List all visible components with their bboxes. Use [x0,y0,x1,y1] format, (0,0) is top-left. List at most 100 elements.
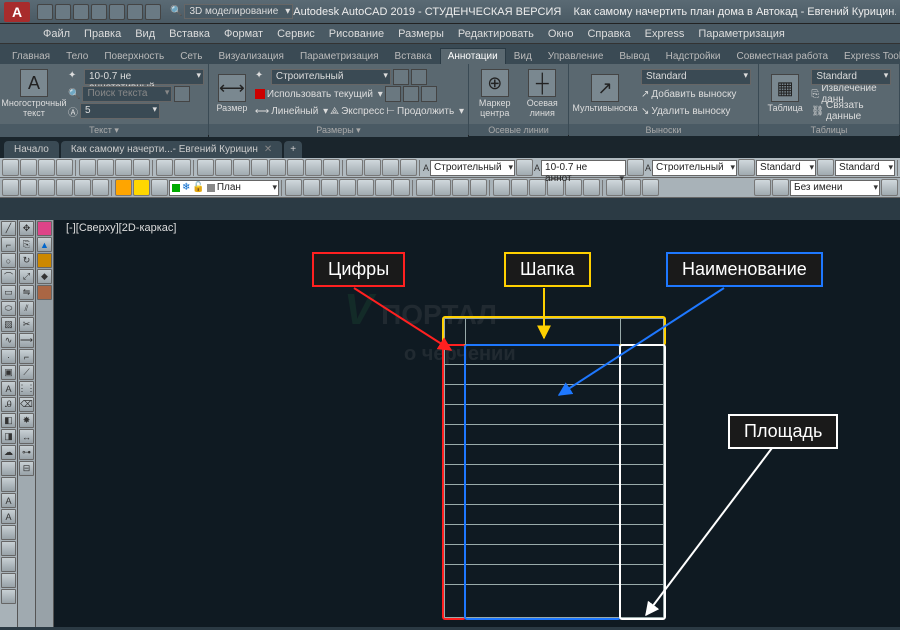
findtext-input[interactable]: Поиск текста [82,86,172,102]
textstyle-combo[interactable]: 10-0.7 не аннотативный [84,69,204,85]
centerline-button[interactable]: ┼ Осевая линия [521,66,565,122]
qat-save-icon[interactable] [73,4,89,20]
tb2-lock-icon[interactable] [151,179,168,196]
tb-copy-icon[interactable] [97,159,114,176]
menu-insert[interactable]: Вставка [162,28,217,40]
tb-cut-icon[interactable] [79,159,96,176]
panel-dim-title[interactable]: Размеры ▾ [209,124,468,137]
rotate-icon[interactable]: ↻ [19,253,34,268]
revcloud-icon[interactable]: ☁ [1,445,16,460]
tb2-b-icon[interactable] [20,179,37,196]
line-icon[interactable]: ╱ [1,221,16,236]
std1-combo[interactable]: Standard [756,160,816,176]
extract-icon[interactable]: ⎘ [811,89,819,100]
dimlinear-icon[interactable]: ⟷ [255,106,269,117]
point-icon[interactable]: · [1,349,16,364]
std2-combo[interactable]: Standard [835,160,895,176]
menu-window[interactable]: Окно [541,28,581,40]
tb2-h-icon[interactable] [303,179,320,196]
tb-match-icon[interactable] [133,159,150,176]
addleader-icon[interactable]: ↗ [641,89,649,100]
tb-orbit-icon[interactable] [233,159,250,176]
scale-icon[interactable]: ⤢ [19,269,34,284]
panel-text-title[interactable]: Текст ▾ [0,124,208,137]
qat-plot-icon[interactable] [109,4,125,20]
tab-solid[interactable]: Тело [58,48,96,64]
dimstyle-combo[interactable]: Строительный [271,69,391,85]
tb-c3-icon[interactable] [738,159,755,176]
mtext2-icon[interactable]: Ꭿ [1,397,16,412]
block-icon[interactable]: ▣ [1,365,16,380]
doctab-start[interactable]: Начало [4,141,59,158]
tb-pan-icon[interactable] [197,159,214,176]
spline-icon[interactable]: ∿ [1,333,16,348]
tab-home[interactable]: Главная [4,48,58,64]
tab-addins[interactable]: Надстройки [658,48,729,64]
removeleader-icon[interactable]: ↘ [641,106,649,117]
v3d-icon[interactable]: ◆ [37,269,52,284]
erase-icon[interactable]: ⌫ [19,397,34,412]
circle-icon[interactable]: ○ [1,253,16,268]
dim-flyout2-icon[interactable] [411,69,427,85]
v3e-icon[interactable] [37,285,52,300]
menu-modify[interactable]: Редактировать [451,28,541,40]
panel-leader-title[interactable]: Выноски [569,124,758,136]
pline-icon[interactable]: ⌐ [1,237,16,252]
menu-param[interactable]: Параметризация [691,28,791,40]
menu-format[interactable]: Формат [217,28,270,40]
tab-viz[interactable]: Визуализация [210,48,291,64]
text2-icon[interactable]: A [1,381,16,396]
tb-b3-icon[interactable] [382,159,399,176]
menu-edit[interactable]: Правка [77,28,128,40]
break-icon[interactable]: ⊟ [19,461,34,476]
tb2-y-icon[interactable] [624,179,641,196]
workspace-combo[interactable]: 3D моделирование [184,4,293,19]
menu-express[interactable]: Express [638,28,692,40]
doctab-new[interactable]: + [284,141,302,158]
tb2-sun-icon[interactable] [115,179,132,196]
tb2-end-icon[interactable] [881,179,898,196]
centermark-button[interactable]: ⊕ Маркер центра [473,66,517,122]
tb2-group-icon[interactable] [754,179,771,196]
tb2-g-icon[interactable] [285,179,302,196]
tab-express[interactable]: Express Tools [836,48,900,64]
menu-file[interactable]: Файл [36,28,77,40]
tb2-ungroup-icon[interactable] [772,179,789,196]
dimstyle2-combo[interactable]: Строительный [430,160,515,176]
dimstyle3-combo[interactable]: Строительный [652,160,737,176]
dimquick-icon[interactable]: ⟁ [330,106,339,117]
tb2-i-icon[interactable] [321,179,338,196]
move-icon[interactable]: ✥ [19,221,34,236]
copy2-icon[interactable]: ⎘ [19,237,34,252]
textstyle2-combo[interactable]: 10-0.7 не аннот [541,160,626,176]
tab-param[interactable]: Параметризация [292,48,387,64]
textheight-combo[interactable]: 5 [80,103,160,119]
tb2-f-icon[interactable] [92,179,109,196]
menu-draw[interactable]: Рисование [322,28,391,40]
array-icon[interactable]: ⋮⋮ [19,381,34,396]
tb2-j-icon[interactable] [339,179,356,196]
tablestyle-combo[interactable]: Standard [811,69,891,85]
qat-saveas-icon[interactable] [91,4,107,20]
panel-table-title[interactable]: Таблицы [759,124,899,136]
tb2-n-icon[interactable] [416,179,433,196]
tb2-light-icon[interactable] [133,179,150,196]
tb2-o-icon[interactable] [434,179,451,196]
tb2-s-icon[interactable] [511,179,528,196]
v21-icon[interactable] [1,541,16,556]
join-icon[interactable]: ⊶ [19,445,34,460]
tb2-z-icon[interactable] [642,179,659,196]
tb2-r-icon[interactable] [493,179,510,196]
tb2-t-icon[interactable] [529,179,546,196]
abc-icon[interactable] [174,86,190,102]
v17-icon[interactable] [1,477,16,492]
tab-output[interactable]: Вывод [611,48,657,64]
table-button[interactable]: ▦ Таблица [763,66,807,122]
v20-icon[interactable] [1,525,16,540]
ellipse-icon[interactable]: ⬭ [1,301,16,316]
tb-c2-icon[interactable] [627,159,644,176]
menu-help[interactable]: Справка [580,28,637,40]
doctab-current[interactable]: Как самому начерти...- Евгений Курицин✕ [61,141,282,158]
arc-icon[interactable]: ⌒ [1,269,16,284]
tb-c1-icon[interactable] [516,159,533,176]
